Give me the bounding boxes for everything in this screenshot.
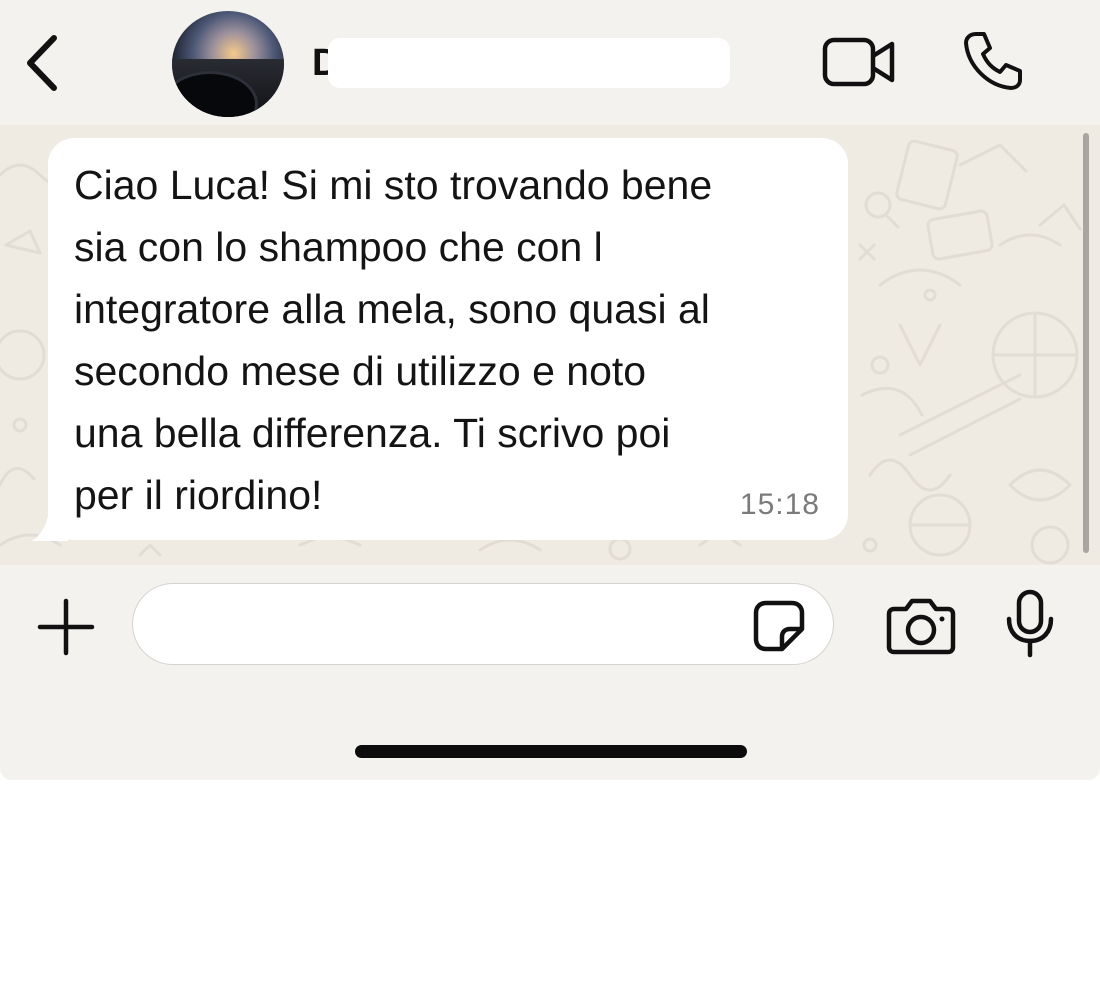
video-call-button[interactable] bbox=[822, 36, 896, 88]
voice-call-button[interactable] bbox=[962, 30, 1024, 92]
attach-button[interactable] bbox=[36, 597, 96, 657]
chevron-left-icon bbox=[27, 35, 57, 91]
scrollbar[interactable] bbox=[1083, 133, 1089, 553]
message-list[interactable]: Ciao Luca! Si mi sto trovando bene sia c… bbox=[0, 125, 1100, 565]
camera-icon bbox=[886, 598, 956, 655]
composer-bar bbox=[0, 565, 1100, 780]
contact-name-redaction bbox=[328, 38, 730, 88]
home-indicator[interactable] bbox=[355, 745, 747, 758]
chat-header: D bbox=[0, 0, 1100, 125]
phone-icon bbox=[964, 32, 1022, 90]
message-timestamp: 15:18 bbox=[739, 488, 820, 521]
message-bubble[interactable]: Ciao Luca! Si mi sto trovando bene sia c… bbox=[48, 138, 848, 540]
chat-screen: D Ciao Luca! Si mi sto trovando bene sia… bbox=[0, 0, 1100, 780]
microphone-button[interactable] bbox=[1004, 589, 1056, 659]
sticker-button[interactable] bbox=[752, 599, 806, 653]
video-camera-icon bbox=[822, 37, 895, 87]
avatar[interactable] bbox=[172, 11, 284, 117]
plus-icon bbox=[37, 598, 95, 656]
microphone-icon bbox=[1006, 589, 1054, 658]
back-button[interactable] bbox=[20, 32, 64, 94]
camera-button[interactable] bbox=[886, 595, 956, 655]
sticker-icon bbox=[753, 600, 805, 652]
message-text: Ciao Luca! Si mi sto trovando bene sia c… bbox=[74, 162, 713, 518]
message-input[interactable] bbox=[132, 583, 834, 665]
